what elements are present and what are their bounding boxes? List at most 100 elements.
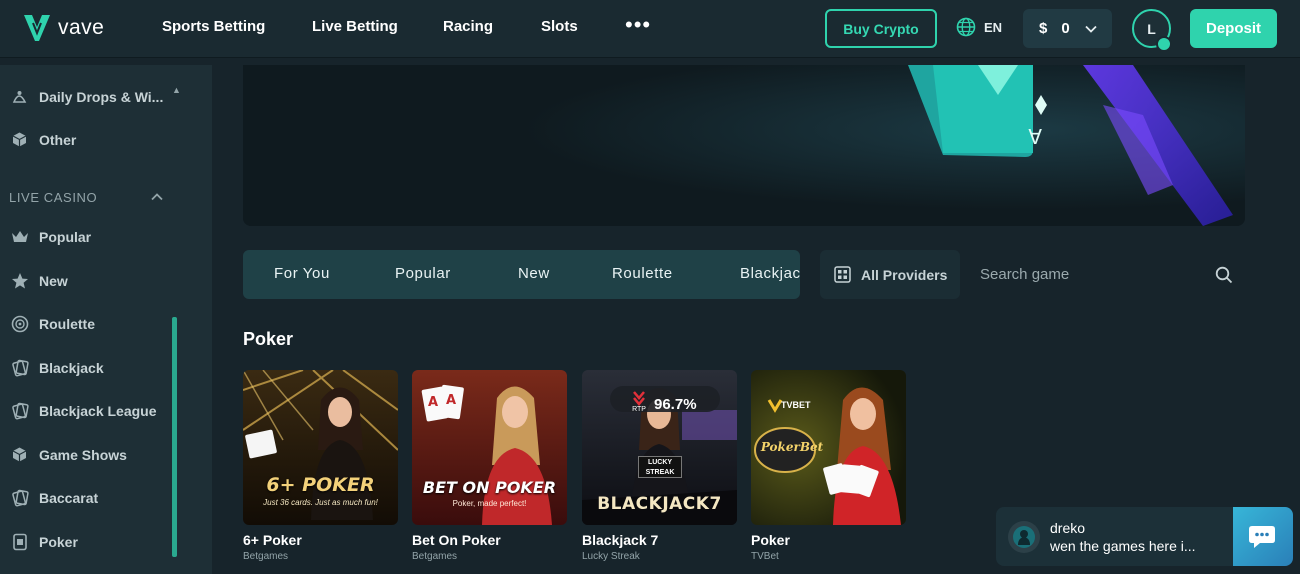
game-card[interactable]: A A BET ON POKER Poker, made perfect! Be… (412, 370, 567, 562)
cube-icon (10, 130, 29, 149)
chat-preview[interactable]: dreko wen the games here i... (996, 507, 1236, 566)
tab-blackjack[interactable]: Blackjack (740, 265, 800, 282)
game-name[interactable]: 6+ Poker (243, 532, 398, 548)
star-icon (10, 271, 29, 290)
sidebar-item-label: Roulette (39, 315, 95, 332)
cube-icon (10, 445, 29, 464)
sidebar-item-label: Popular (39, 228, 92, 245)
scroll-up-icon[interactable]: ▲ (172, 85, 181, 95)
cards-icon (10, 401, 29, 420)
tab-popular[interactable]: Popular (395, 265, 451, 282)
sidebar-item-other[interactable]: Other (10, 130, 76, 149)
chevron-up-icon[interactable] (150, 190, 164, 204)
roulette-icon (10, 314, 29, 333)
sidebar-item-label: Blackjack (39, 359, 104, 376)
svg-text:A: A (1028, 124, 1042, 148)
sidebar-item-baccarat[interactable]: Baccarat (10, 488, 98, 507)
sidebar-item-poker[interactable]: Poker (10, 532, 78, 551)
providers-label: All Providers (861, 266, 948, 283)
crown-icon (10, 227, 29, 246)
chat-bubble-icon (1249, 525, 1275, 548)
game-name[interactable]: Blackjack 7 (582, 532, 737, 548)
game-art-title: PokerBet (760, 440, 824, 454)
game-thumbnail[interactable]: 6+ POKER Just 36 cards. Just as much fun… (243, 370, 398, 525)
section-title: Poker (243, 329, 294, 349)
sidebar-item-blackjack[interactable]: Blackjack (10, 358, 104, 377)
game-card[interactable]: 6+ POKER Just 36 cards. Just as much fun… (243, 370, 398, 562)
sidebar-item-game-shows[interactable]: Game Shows (10, 445, 127, 464)
balance-currency: $ (1039, 20, 1048, 37)
sidebar-item-label: Game Shows (39, 446, 127, 463)
drops-icon (10, 87, 29, 106)
game-art-subtitle: Just 36 cards. Just as much fun! (263, 498, 378, 507)
sidebar-item-blackjack-league[interactable]: Blackjack League (10, 401, 157, 420)
svg-text:A: A (428, 395, 438, 410)
game-art-title: 6+ POKER (266, 474, 375, 496)
game-name[interactable]: Bet On Poker (412, 532, 567, 548)
game-art-title: BLACKJACK7 (597, 494, 722, 514)
chat-message: wen the games here i... (1050, 537, 1196, 554)
game-card[interactable]: RTP 96.7% LUCKY STREAK BLACKJACK7 Blackj… (582, 370, 737, 562)
sidebar-item-label: Poker (39, 533, 78, 550)
sidebar-item-label: Daily Drops & Wi... (39, 88, 164, 105)
brand-logo[interactable]: vave (24, 12, 104, 44)
promo-banner[interactable]: A (243, 65, 1245, 226)
game-provider: TVBet (751, 551, 779, 562)
game-art-title: BET ON POKER (422, 478, 557, 497)
nav-slots[interactable]: Slots (541, 18, 578, 35)
sidebar-item-label: Baccarat (39, 489, 99, 506)
category-tabs: For You Popular New Roulette Blackjack (243, 250, 800, 299)
game-card[interactable]: TVBET PokerBet Poker TVBet (751, 370, 906, 562)
cards-icon (10, 358, 29, 377)
brand-name: vave (58, 16, 105, 39)
game-provider: Lucky Streak (582, 551, 640, 562)
search-box (965, 250, 1245, 299)
search-icon[interactable] (1215, 266, 1233, 284)
ellipsis-icon[interactable]: ••• (625, 14, 651, 36)
game-provider: Betgames (412, 551, 458, 562)
top-bar: vave Sports Betting Live Betting Racing … (0, 0, 1300, 58)
game-thumbnail[interactable]: TVBET PokerBet (751, 370, 906, 525)
sidebar-section-live-casino[interactable]: LIVE CASINO (9, 190, 97, 205)
sidebar-item-roulette[interactable]: Roulette (10, 314, 95, 333)
globe-icon (956, 17, 976, 37)
chat-username: dreko (1050, 519, 1086, 536)
sidebar-scrollbar[interactable] (172, 317, 177, 557)
svg-text:A: A (446, 393, 456, 408)
buy-crypto-button[interactable]: Buy Crypto (825, 9, 937, 48)
user-icon (1013, 525, 1035, 548)
tab-new[interactable]: New (518, 265, 550, 282)
language-selector[interactable]: EN (956, 17, 1002, 37)
vave-logo-icon (24, 15, 50, 41)
nav-racing[interactable]: Racing (443, 18, 493, 35)
sidebar-item-label: Blackjack League (39, 402, 157, 419)
tab-roulette[interactable]: Roulette (612, 265, 673, 282)
tab-for-you[interactable]: For You (274, 265, 330, 282)
grid-icon (834, 266, 851, 283)
menu-badge-icon (1156, 36, 1172, 52)
card-icon (10, 532, 29, 551)
rtp-value: 96.7% (654, 396, 697, 413)
sidebar: ▲ Daily Drops & Wi... Other LIVE CASINO … (0, 65, 212, 574)
sidebar-item-popular[interactable]: Popular (10, 227, 91, 246)
chevron-down-icon (1085, 25, 1097, 33)
game-name[interactable]: Poker (751, 532, 906, 548)
deposit-button[interactable]: Deposit (1190, 9, 1277, 48)
sidebar-item-label: New (39, 272, 68, 289)
game-art-brand: TVBET (781, 400, 811, 410)
all-providers-button[interactable]: All Providers (820, 250, 960, 299)
balance-value: 0 (1061, 20, 1070, 37)
cards-icon (10, 488, 29, 507)
game-thumbnail[interactable]: RTP 96.7% LUCKY STREAK BLACKJACK7 (582, 370, 737, 525)
language-label: EN (984, 19, 1003, 35)
game-thumbnail[interactable]: A A BET ON POKER Poker, made perfect! (412, 370, 567, 525)
nav-sports-betting[interactable]: Sports Betting (162, 18, 265, 35)
balance-dropdown[interactable]: $ 0 (1023, 9, 1112, 48)
search-input[interactable] (980, 266, 1200, 283)
sidebar-item-daily-drops[interactable]: Daily Drops & Wi... (10, 87, 163, 106)
banner-artwork: A (243, 65, 1245, 226)
sidebar-item-new[interactable]: New (10, 271, 68, 290)
chat-open-button[interactable] (1233, 507, 1293, 566)
nav-live-betting[interactable]: Live Betting (312, 18, 398, 35)
chat-user-avatar (1008, 520, 1040, 553)
